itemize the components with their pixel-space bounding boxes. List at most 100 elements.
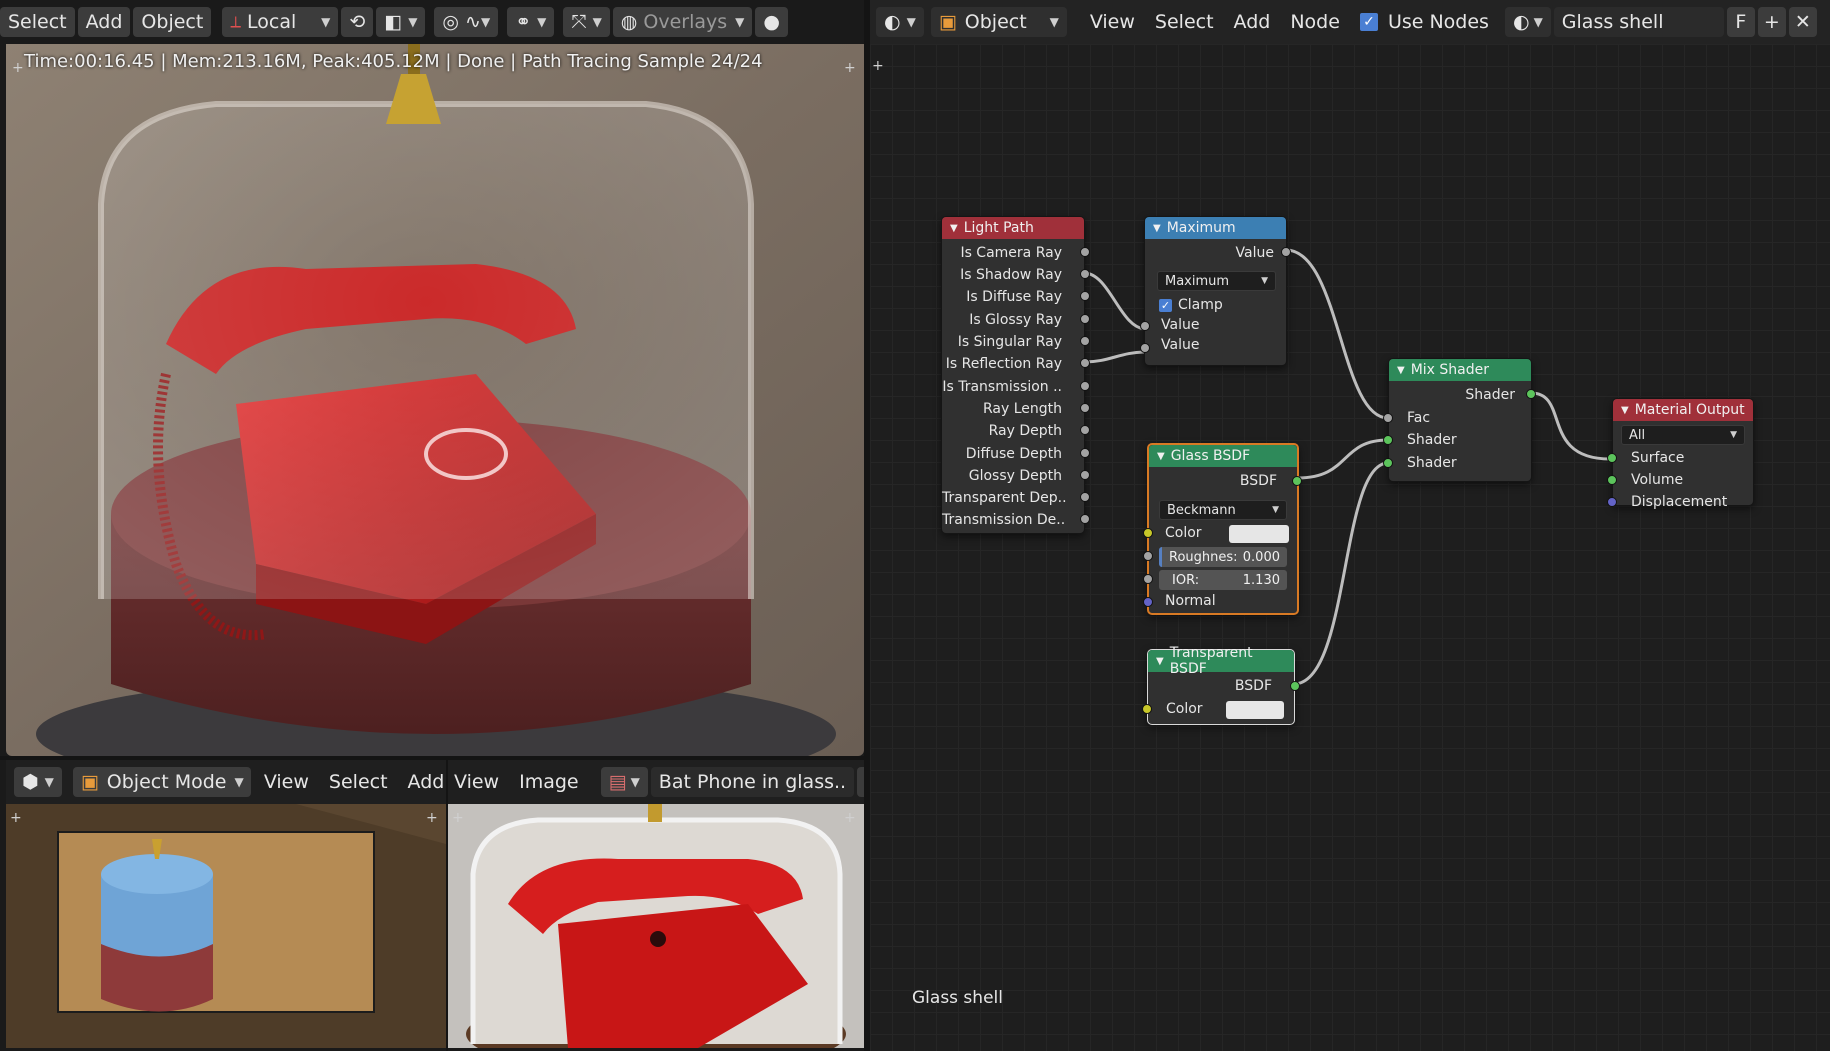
node-title-light-path[interactable]: ▼ Light Path (942, 217, 1084, 239)
collapse-arrow-icon[interactable]: ▼ (1157, 451, 1165, 462)
material-browse-dropdown[interactable]: ◐ ▼ (1504, 7, 1551, 37)
socket-is-reflection-ray[interactable] (1080, 358, 1090, 368)
transform-orientation-dropdown[interactable]: ⟂ Local ▼ (222, 7, 339, 37)
socket-is-transmission-ray[interactable] (1080, 381, 1090, 391)
area-corner-plus-icon[interactable]: + (452, 810, 464, 826)
socket-is-singular-ray[interactable] (1080, 336, 1090, 346)
menu-select[interactable]: Select (1145, 11, 1224, 33)
color-swatch[interactable] (1226, 701, 1284, 719)
overlays-dropdown[interactable]: ◍ Overlays ▼ (612, 7, 753, 37)
node-material-output[interactable]: ▼ Material Output All ▼ Surface Volume D… (1607, 398, 1754, 510)
operation-dropdown[interactable]: Maximum ▼ (1157, 271, 1276, 291)
color-swatch[interactable] (1229, 525, 1289, 543)
node-editor-canvas[interactable]: + ▼ Light Path Is Camera Ray Is Shadow R… (870, 44, 1830, 1051)
socket-ray-length[interactable] (1080, 403, 1090, 413)
socket-input-value-2[interactable] (1140, 343, 1150, 353)
node-title-glass-bsdf[interactable]: ▼ Glass BSDF (1149, 445, 1297, 467)
area-corner-plus-icon-right[interactable]: + (426, 810, 438, 826)
socket-input-value-1[interactable] (1140, 321, 1150, 331)
clamp-checkbox[interactable]: ✓ Clamp (1145, 295, 1286, 315)
socket-is-glossy-ray[interactable] (1080, 314, 1090, 324)
target-dropdown[interactable]: All ▼ (1621, 425, 1745, 445)
node-light-path[interactable]: ▼ Light Path Is Camera Ray Is Shadow Ray… (941, 216, 1090, 534)
ior-field[interactable]: IOR: 1.130 (1159, 570, 1287, 590)
shader-type-dropdown[interactable]: ▣ Object ▼ (930, 7, 1067, 37)
render-viewport[interactable]: Time:00:16.45 | Mem:213.16M, Peak:405.12… (6, 44, 864, 756)
new-material-button[interactable]: + (1757, 7, 1786, 37)
collapse-arrow-icon[interactable]: ▼ (1153, 223, 1161, 234)
socket-input-volume[interactable] (1607, 475, 1617, 485)
menu-object[interactable]: Object (133, 7, 212, 37)
socket-is-camera-ray[interactable] (1080, 247, 1090, 257)
editor-type-dropdown[interactable]: ⬢ ▼ (14, 767, 62, 797)
proportional-edit-icon[interactable]: ◎ ∿ ▼ (434, 7, 499, 37)
socket-input-fac[interactable] (1383, 413, 1393, 423)
image-editor-canvas[interactable]: + + (448, 804, 864, 1048)
menu-add[interactable]: Add (1224, 11, 1281, 33)
menu-add[interactable]: Add (77, 7, 131, 37)
node-mix-shader[interactable]: ▼ Mix Shader Shader Fac Shader Shader (1383, 358, 1536, 482)
material-sphere-icon: ◐ (884, 11, 901, 33)
use-nodes-toggle[interactable]: ✓ Use Nodes (1350, 11, 1499, 33)
shading-solid-icon[interactable]: ● (755, 7, 788, 37)
collapse-arrow-icon[interactable]: ▼ (1397, 365, 1405, 376)
menu-view[interactable]: View (448, 771, 509, 793)
socket-output-shader[interactable] (1526, 389, 1536, 399)
gizmo-dropdown[interactable]: ⤧ ▼ (563, 7, 610, 37)
snap-dropdown[interactable]: ◧ ▼ (376, 7, 426, 37)
collapse-arrow-icon[interactable]: ▼ (1156, 656, 1164, 667)
area-corner-plus-icon-right[interactable]: + (844, 60, 856, 76)
image-browse-dropdown[interactable]: ▤ ▼ (600, 767, 648, 797)
node-title-material-output[interactable]: ▼ Material Output (1613, 399, 1753, 421)
socket-output-bsdf[interactable] (1290, 681, 1300, 691)
camera-viewport[interactable]: + + (6, 804, 446, 1048)
node-title-transparent-bsdf[interactable]: ▼ Transparent BSDF (1148, 645, 1294, 677)
image-name-field[interactable]: Bat Phone in glass.. (650, 767, 855, 797)
menu-view[interactable]: View (254, 771, 319, 793)
node-maximum[interactable]: ▼ Maximum Value Maximum ▼ ✓ Clamp Value … (1140, 216, 1291, 366)
editor-type-dropdown[interactable]: ◐ ▼ (876, 7, 924, 37)
roughness-field[interactable]: Roughnes: 0.000 (1159, 547, 1287, 567)
material-name-field[interactable]: Glass shell (1553, 7, 1724, 37)
socket-diffuse-depth[interactable] (1080, 448, 1090, 458)
fake-user-button[interactable]: F (1726, 7, 1755, 37)
socket-output-value[interactable] (1281, 247, 1291, 257)
node-transparent-bsdf[interactable]: ▼ Transparent BSDF BSDF Color (1142, 645, 1300, 725)
menu-select[interactable]: Select (0, 7, 75, 37)
socket-input-normal[interactable] (1143, 597, 1153, 607)
mode-dropdown[interactable]: ▣ Object Mode ▼ (72, 767, 251, 797)
area-corner-plus-icon[interactable]: + (10, 810, 22, 826)
socket-transparent-depth[interactable] (1080, 492, 1090, 502)
node-title-maximum[interactable]: ▼ Maximum (1145, 217, 1286, 239)
socket-input-color[interactable] (1143, 528, 1153, 538)
output-is-transmission-ray: Is Transmission .. (942, 379, 1062, 395)
socket-ray-depth[interactable] (1080, 425, 1090, 435)
visibility-dropdown[interactable]: ⚭ ▼ (507, 7, 555, 37)
socket-input-shader-2[interactable] (1383, 458, 1393, 468)
socket-is-shadow-ray[interactable] (1080, 269, 1090, 279)
distribution-dropdown[interactable]: Beckmann ▼ (1159, 500, 1287, 520)
socket-glossy-depth[interactable] (1080, 470, 1090, 480)
node-glass-bsdf[interactable]: ▼ Glass BSDF BSDF Beckmann ▼ Color Rough… (1143, 443, 1302, 615)
node-title-mix-shader[interactable]: ▼ Mix Shader (1389, 359, 1531, 381)
menu-image[interactable]: Image (509, 771, 589, 793)
area-corner-plus-icon[interactable]: + (12, 60, 24, 76)
socket-input-shader-1[interactable] (1383, 435, 1393, 445)
menu-node[interactable]: Node (1280, 11, 1350, 33)
menu-select[interactable]: Select (319, 771, 398, 793)
menu-view[interactable]: View (1080, 11, 1145, 33)
area-corner-plus-icon-right[interactable]: + (844, 810, 856, 826)
socket-input-displacement[interactable] (1607, 497, 1617, 507)
socket-output-bsdf[interactable] (1292, 476, 1302, 486)
pivot-icon[interactable]: ⟲ (341, 7, 374, 37)
socket-input-ior[interactable] (1143, 574, 1153, 584)
output-transmission-depth: Transmission De.. (942, 512, 1066, 528)
socket-is-diffuse-ray[interactable] (1080, 291, 1090, 301)
collapse-arrow-icon[interactable]: ▼ (950, 223, 958, 234)
socket-transmission-depth[interactable] (1080, 514, 1090, 524)
unlink-material-button[interactable]: ✕ (1788, 7, 1817, 37)
socket-input-roughness[interactable] (1143, 551, 1153, 561)
collapse-arrow-icon[interactable]: ▼ (1621, 405, 1629, 416)
socket-input-surface[interactable] (1607, 453, 1617, 463)
socket-input-color[interactable] (1142, 704, 1152, 714)
